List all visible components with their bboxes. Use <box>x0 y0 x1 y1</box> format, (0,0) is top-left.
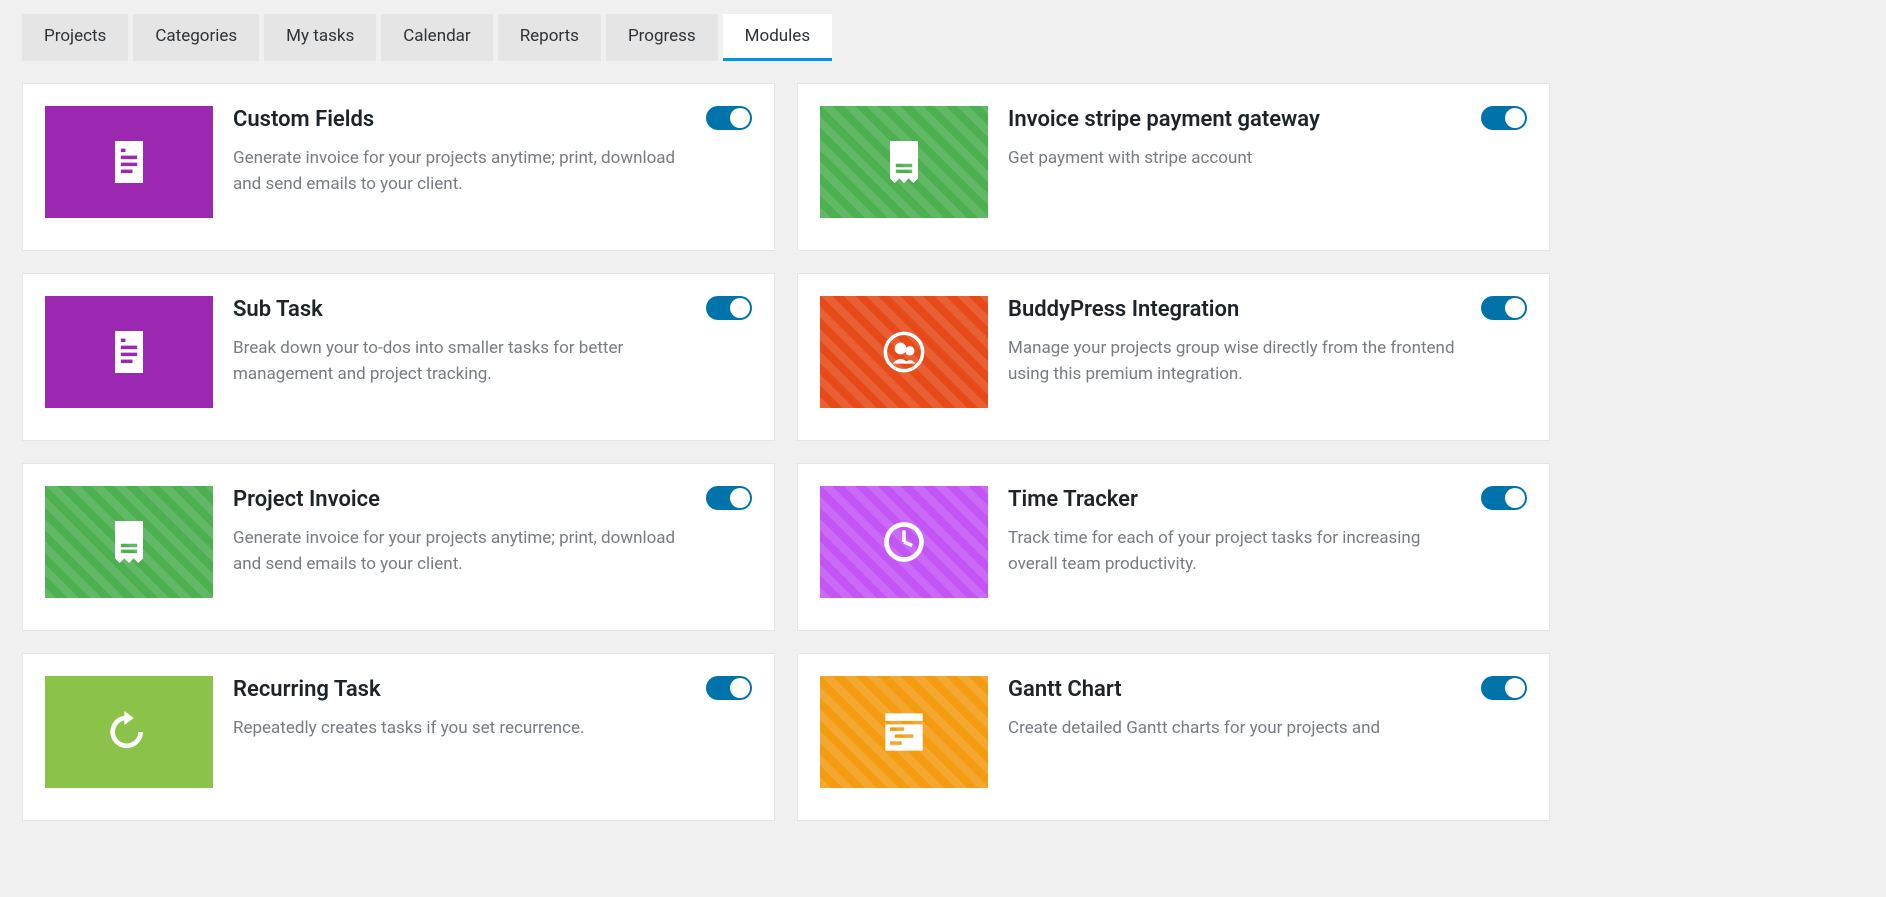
module-thumbnail <box>45 676 213 788</box>
tabs: ProjectsCategoriesMy tasksCalendarReport… <box>22 0 1886 61</box>
toggle-knob <box>730 298 750 318</box>
modules-grid: Custom Fields Generate invoice for your p… <box>22 61 1886 821</box>
clock-icon <box>876 514 932 570</box>
toggle-knob <box>1505 488 1525 508</box>
module-thumbnail <box>820 486 988 598</box>
module-description: Get payment with stripe account <box>1008 145 1467 171</box>
module-description: Generate invoice for your projects anyti… <box>233 145 692 198</box>
module-card: Gantt Chart Create detailed Gantt charts … <box>797 653 1550 821</box>
module-title: BuddyPress Integration <box>1008 296 1467 325</box>
group-icon <box>876 324 932 380</box>
module-title: Gantt Chart <box>1008 676 1467 705</box>
module-description: Track time for each of your project task… <box>1008 525 1467 578</box>
module-card: Sub Task Break down your to-dos into smal… <box>22 273 775 441</box>
tab-my-tasks[interactable]: My tasks <box>264 14 376 61</box>
module-description: Break down your to-dos into smaller task… <box>233 335 692 388</box>
tab-modules[interactable]: Modules <box>723 14 832 61</box>
module-toggle[interactable] <box>706 296 752 320</box>
tab-categories[interactable]: Categories <box>133 14 259 61</box>
module-toggle[interactable] <box>706 106 752 130</box>
module-title: Custom Fields <box>233 106 692 135</box>
module-thumbnail: $ <box>45 486 213 598</box>
module-toggle[interactable] <box>706 486 752 510</box>
module-card: BuddyPress Integration Manage your projec… <box>797 273 1550 441</box>
toggle-knob <box>730 108 750 128</box>
toggle-knob <box>730 678 750 698</box>
module-title: Time Tracker <box>1008 486 1467 515</box>
module-title: Sub Task <box>233 296 692 325</box>
doc-icon <box>101 324 157 380</box>
invoice-icon: $ <box>876 134 932 190</box>
svg-text:$: $ <box>899 144 909 165</box>
toggle-knob <box>1505 298 1525 318</box>
svg-text:$: $ <box>124 524 134 545</box>
toggle-knob <box>1505 108 1525 128</box>
toggle-knob <box>730 488 750 508</box>
invoice-icon: $ <box>101 514 157 570</box>
module-toggle[interactable] <box>1481 296 1527 320</box>
module-description: Manage your projects group wise directly… <box>1008 335 1467 388</box>
module-description: Create detailed Gantt charts for your pr… <box>1008 715 1467 741</box>
module-title: Invoice stripe payment gateway <box>1008 106 1467 135</box>
recur-icon <box>101 704 157 760</box>
module-toggle[interactable] <box>1481 106 1527 130</box>
module-card: Recurring Task Repeatedly creates tasks i… <box>22 653 775 821</box>
tab-reports[interactable]: Reports <box>498 14 601 61</box>
module-title: Project Invoice <box>233 486 692 515</box>
tab-calendar[interactable]: Calendar <box>381 14 492 61</box>
module-toggle[interactable] <box>706 676 752 700</box>
module-toggle[interactable] <box>1481 676 1527 700</box>
module-thumbnail <box>45 106 213 218</box>
tab-projects[interactable]: Projects <box>22 14 128 61</box>
module-card: Time Tracker Track time for each of your … <box>797 463 1550 631</box>
module-thumbnail <box>45 296 213 408</box>
tab-progress[interactable]: Progress <box>606 14 718 61</box>
module-toggle[interactable] <box>1481 486 1527 510</box>
gantt-icon <box>876 704 932 760</box>
module-card: $ Project Invoice Generate invoice for you… <box>22 463 775 631</box>
module-thumbnail <box>820 676 988 788</box>
doc-icon <box>101 134 157 190</box>
toggle-knob <box>1505 678 1525 698</box>
module-description: Generate invoice for your projects anyti… <box>233 525 692 578</box>
module-thumbnail: $ <box>820 106 988 218</box>
module-card: $ Invoice stripe payment gateway Get payme… <box>797 83 1550 251</box>
module-card: Custom Fields Generate invoice for your p… <box>22 83 775 251</box>
module-description: Repeatedly creates tasks if you set recu… <box>233 715 692 741</box>
module-thumbnail <box>820 296 988 408</box>
module-title: Recurring Task <box>233 676 692 705</box>
